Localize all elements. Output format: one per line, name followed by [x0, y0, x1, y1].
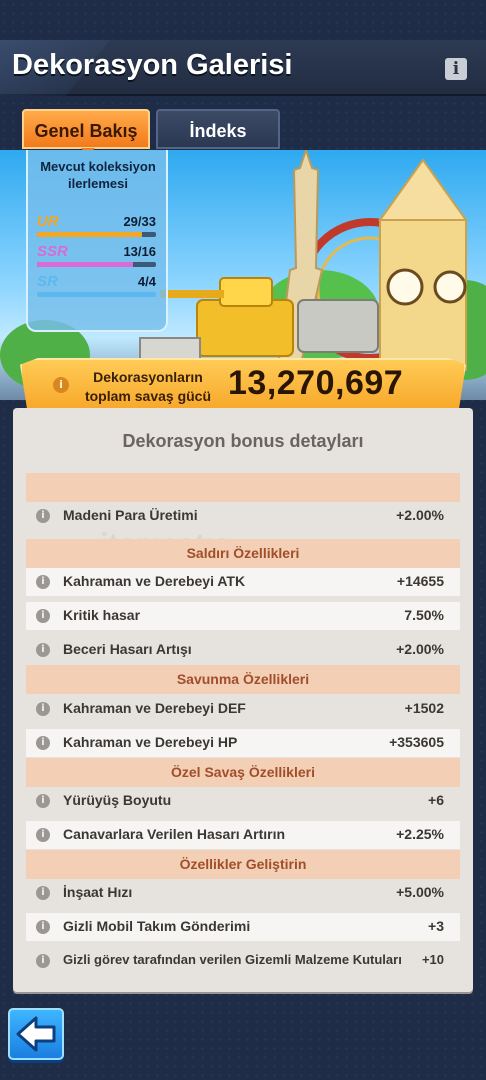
stat-label: İnşaat Hızı [63, 884, 133, 900]
info-icon[interactable]: i [445, 58, 467, 80]
stat-value: +2.00% [396, 641, 444, 657]
stat-row: i Kahraman ve Derebeyi HP +353605 [26, 729, 460, 757]
stat-row: i Yürüyüş Boyutu +6 [26, 787, 460, 815]
rarity-bar-ur [37, 232, 156, 237]
stat-row: i Kahraman ve Derebeyi DEF +1502 [26, 695, 460, 723]
stat-label: Kahraman ve Derebeyi ATK [63, 573, 246, 589]
stat-value: +3 [428, 918, 444, 934]
info-icon[interactable]: i [36, 828, 50, 842]
section-header-special-combat: Özel Savaş Özellikleri [26, 758, 460, 787]
rarity-label-ur: UR [37, 213, 59, 230]
section-header-attack: Saldırı Özellikleri [26, 539, 460, 568]
info-icon[interactable]: i [36, 886, 50, 900]
stat-row: i Gizli görev tarafından verilen Gizemli… [26, 947, 460, 975]
stat-row: i Gizli Mobil Takım Gönderimi +3 [26, 913, 460, 941]
stat-value: +14655 [396, 573, 444, 589]
stat-value: +2.25% [396, 826, 444, 842]
power-info-icon[interactable]: i [53, 377, 69, 393]
rarity-bar-sr [37, 292, 156, 297]
rarity-fill-ssr [37, 262, 134, 267]
stat-value: +6 [428, 792, 444, 808]
stat-value: +10 [421, 952, 444, 967]
section-header-general [26, 473, 460, 502]
section-header-development: Özellikler Geliştirin [26, 850, 460, 879]
stat-value: +353605 [389, 734, 444, 750]
info-icon[interactable]: i [36, 643, 50, 657]
stat-row: i Madeni Para Üretimi +2.00% [26, 502, 460, 530]
info-icon[interactable]: i [36, 954, 50, 968]
info-icon[interactable]: i [36, 575, 50, 589]
stat-label: Kahraman ve Derebeyi HP [63, 734, 238, 750]
total-power-label: Dekorasyonların toplam savaş gücü [84, 369, 212, 404]
info-icon[interactable]: i [36, 609, 50, 623]
stat-row: i Canavarlara Verilen Hasarı Artırın +2.… [26, 821, 460, 849]
tab-overview[interactable]: Genel Bakış [22, 109, 150, 157]
page-title: Dekorasyon Galerisi [12, 49, 293, 81]
collection-progress-title: Mevcut koleksiyon ilerlemesi [40, 159, 156, 191]
bonus-details-title: Dekorasyon bonus detayları [122, 431, 364, 451]
rarity-bar-ssr [37, 262, 156, 267]
info-icon[interactable]: i [36, 736, 50, 750]
stat-row: i İnşaat Hızı +5.00% [26, 879, 460, 907]
rarity-label-ssr: SSR [37, 243, 68, 260]
stat-value: +5.00% [396, 884, 444, 900]
stat-row: i Kahraman ve Derebeyi ATK +14655 [26, 568, 460, 596]
stat-value: 7.50% [404, 607, 444, 623]
stat-label: Kritik hasar [63, 607, 141, 623]
stat-value: +2.00% [396, 507, 444, 523]
tab-index[interactable]: İndeks [156, 109, 280, 149]
info-icon[interactable]: i [36, 794, 50, 808]
stat-row: i Kritik hasar 7.50% [26, 602, 460, 630]
stat-label: Gizli Mobil Takım Gönderimi [63, 918, 251, 934]
info-icon[interactable]: i [36, 702, 50, 716]
stat-row: i Beceri Hasarı Artışı +2.00% [26, 636, 460, 664]
rarity-fill-ur [37, 232, 142, 237]
stat-label: Beceri Hasarı Artışı [63, 641, 192, 657]
total-power-value: 13,270,697 [228, 364, 404, 402]
back-arrow-icon [16, 1016, 56, 1052]
rarity-count-ssr: 13/16 [123, 244, 156, 259]
stat-label: Madeni Para Üretimi [63, 507, 198, 523]
rarity-count-ur: 29/33 [123, 214, 156, 229]
rarity-label-sr: SR [37, 273, 58, 290]
stat-label: Canavarlara Verilen Hasarı Artırın [63, 826, 286, 842]
info-icon[interactable]: i [36, 509, 50, 523]
stat-label: Kahraman ve Derebeyi DEF [63, 700, 246, 716]
rarity-fill-sr [37, 292, 156, 297]
info-icon[interactable]: i [36, 920, 50, 934]
stat-value: +1502 [404, 700, 444, 716]
back-button[interactable] [8, 1008, 64, 1060]
section-header-defense: Savunma Özellikleri [26, 665, 460, 694]
stat-label: Gizli görev tarafından verilen Gizemli M… [63, 952, 402, 967]
rarity-count-sr: 4/4 [137, 274, 156, 289]
stat-label: Yürüyüş Boyutu [63, 792, 172, 808]
